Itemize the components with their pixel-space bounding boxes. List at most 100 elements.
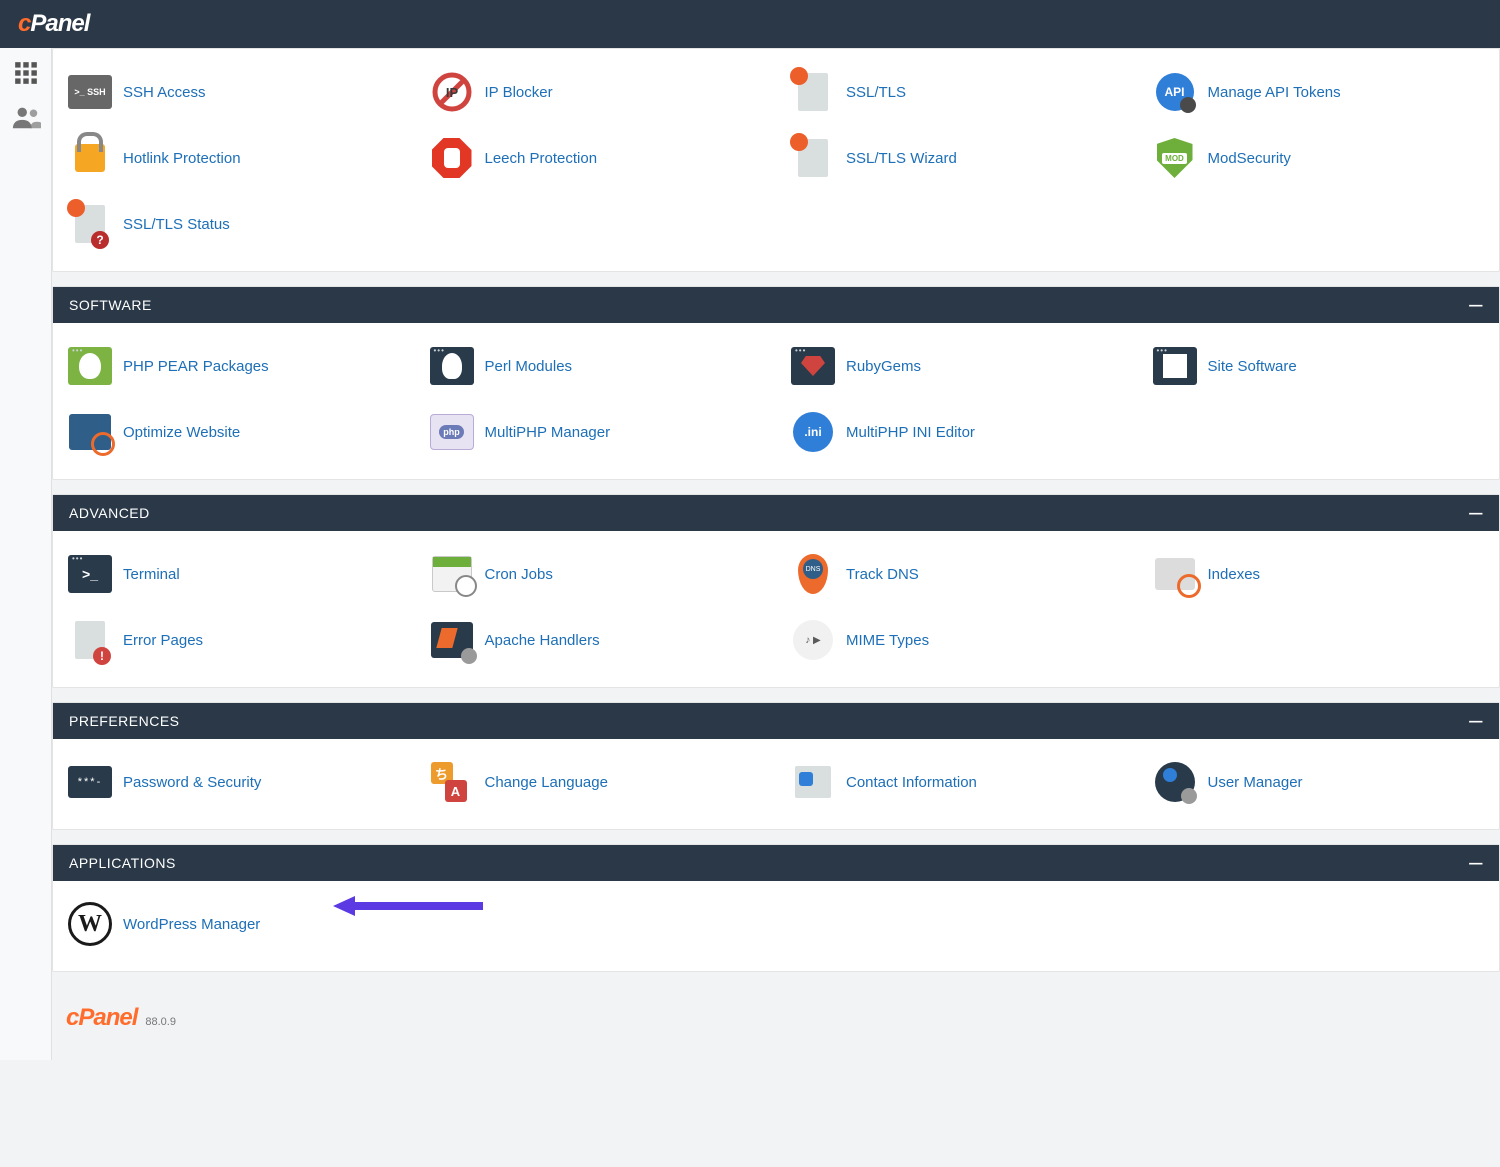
item-label: WordPress Manager <box>123 916 260 933</box>
section-preferences: PREFERENCES – ***-Password & Security ちA… <box>52 702 1500 830</box>
item-optimize[interactable]: Optimize Website <box>53 399 415 465</box>
item-label: Contact Information <box>846 774 977 791</box>
item-password[interactable]: ***-Password & Security <box>53 749 415 815</box>
item-multiphp-ini[interactable]: .iniMultiPHP INI Editor <box>776 399 1138 465</box>
ip-blocker-icon: IP <box>429 71 475 113</box>
collapse-icon: – <box>1469 299 1483 311</box>
section-header-software[interactable]: SOFTWARE – <box>53 287 1499 323</box>
terminal-icon: >_ <box>68 555 112 593</box>
item-site-software[interactable]: Site Software <box>1138 333 1500 399</box>
collapse-icon: – <box>1469 857 1483 869</box>
item-perl[interactable]: Perl Modules <box>415 333 777 399</box>
item-hotlink[interactable]: Hotlink Protection <box>53 125 415 191</box>
topbar: ccPanelPanel <box>0 0 1500 48</box>
ssl-tls-icon <box>798 73 828 111</box>
svg-text:IP: IP <box>445 85 458 100</box>
item-ssl-tls[interactable]: SSL/TLS <box>776 59 1138 125</box>
section-software: SOFTWARE – PHP PEAR Packages Perl Module… <box>52 286 1500 480</box>
annotation-arrow-icon <box>333 891 483 921</box>
language-icon: ちA <box>431 762 473 802</box>
apache-icon <box>431 622 473 658</box>
optimize-icon <box>69 414 111 450</box>
section-title: APPLICATIONS <box>69 855 176 871</box>
section-header-applications[interactable]: APPLICATIONS – <box>53 845 1499 881</box>
indexes-icon <box>1155 558 1195 590</box>
footer: cPanel 88.0.9 <box>52 986 1500 1060</box>
cron-icon <box>432 556 472 592</box>
sidebar <box>0 48 52 1060</box>
item-label: SSL/TLS Status <box>123 216 230 233</box>
section-applications: APPLICATIONS – W WordPress Manager <box>52 844 1500 972</box>
item-cron[interactable]: Cron Jobs <box>415 541 777 607</box>
section-title: SOFTWARE <box>69 297 152 313</box>
item-label: Manage API Tokens <box>1208 84 1341 101</box>
item-ruby[interactable]: RubyGems <box>776 333 1138 399</box>
collapse-icon: – <box>1469 507 1483 519</box>
item-label: ModSecurity <box>1208 150 1291 167</box>
perl-icon <box>430 347 474 385</box>
modsecurity-icon: MOD <box>1157 138 1193 178</box>
item-label: Indexes <box>1208 566 1261 583</box>
item-label: Optimize Website <box>123 424 240 441</box>
item-ssh-access[interactable]: SSH Access <box>53 59 415 125</box>
item-ssl-wizard[interactable]: SSL/TLS Wizard <box>776 125 1138 191</box>
item-indexes[interactable]: Indexes <box>1138 541 1500 607</box>
item-label: Password & Security <box>123 774 261 791</box>
sidebar-users-button[interactable] <box>11 102 41 132</box>
cpanel-footer-logo[interactable]: cPanel <box>66 1004 137 1032</box>
item-multiphp[interactable]: php MultiPHP Manager <box>415 399 777 465</box>
item-user-manager[interactable]: User Manager <box>1138 749 1500 815</box>
section-title: PREFERENCES <box>69 713 180 729</box>
item-ssl-status[interactable]: ?SSL/TLS Status <box>53 191 415 257</box>
item-label: Cron Jobs <box>485 566 553 583</box>
item-label: Change Language <box>485 774 608 791</box>
grid-icon <box>13 60 39 86</box>
usermanager-icon <box>1155 762 1195 802</box>
ruby-icon <box>791 347 835 385</box>
item-error-pages[interactable]: Error Pages <box>53 607 415 673</box>
version-label: 88.0.9 <box>145 1016 176 1028</box>
item-label: MultiPHP Manager <box>485 424 611 441</box>
item-ip-blocker[interactable]: IP IP Blocker <box>415 59 777 125</box>
item-modsecurity[interactable]: MOD ModSecurity <box>1138 125 1500 191</box>
item-label: Terminal <box>123 566 180 583</box>
item-php-pear[interactable]: PHP PEAR Packages <box>53 333 415 399</box>
cpanel-logo[interactable]: ccPanelPanel <box>18 10 89 38</box>
item-label: MIME Types <box>846 632 929 649</box>
item-terminal[interactable]: >_ Terminal <box>53 541 415 607</box>
item-label: Hotlink Protection <box>123 150 241 167</box>
users-icon <box>11 105 41 129</box>
puzzle-icon <box>1153 347 1197 385</box>
item-label: IP Blocker <box>485 84 553 101</box>
ssh-icon <box>68 75 112 109</box>
section-security: SSH Access IP IP Blocker SSL/TLS APIManag… <box>52 48 1500 272</box>
ssl-wizard-icon <box>798 139 828 177</box>
item-label: Error Pages <box>123 632 203 649</box>
trackdns-icon <box>798 554 828 594</box>
item-label: PHP PEAR Packages <box>123 358 269 375</box>
item-apache[interactable]: Apache Handlers <box>415 607 777 673</box>
item-trackdns[interactable]: Track DNS <box>776 541 1138 607</box>
item-label: SSH Access <box>123 84 206 101</box>
item-label: RubyGems <box>846 358 921 375</box>
item-label: SSL/TLS Wizard <box>846 150 957 167</box>
item-label: Leech Protection <box>485 150 598 167</box>
item-label: MultiPHP INI Editor <box>846 424 975 441</box>
errorpages-icon <box>75 621 105 659</box>
item-api-tokens[interactable]: APIManage API Tokens <box>1138 59 1500 125</box>
sidebar-grid-button[interactable] <box>11 58 41 88</box>
wordpress-icon: W <box>68 902 112 946</box>
item-language[interactable]: ちA Change Language <box>415 749 777 815</box>
leech-icon <box>432 138 472 178</box>
item-mime[interactable]: ♪ ▶ MIME Types <box>776 607 1138 673</box>
multiphp-icon: php <box>430 414 474 450</box>
section-title: ADVANCED <box>69 505 150 521</box>
item-leech[interactable]: Leech Protection <box>415 125 777 191</box>
item-contact[interactable]: Contact Information <box>776 749 1138 815</box>
section-header-preferences[interactable]: PREFERENCES – <box>53 703 1499 739</box>
mime-icon: ♪ ▶ <box>793 620 833 660</box>
item-label: User Manager <box>1208 774 1303 791</box>
hotlink-icon <box>75 144 105 172</box>
section-header-advanced[interactable]: ADVANCED – <box>53 495 1499 531</box>
contact-icon <box>795 766 831 798</box>
